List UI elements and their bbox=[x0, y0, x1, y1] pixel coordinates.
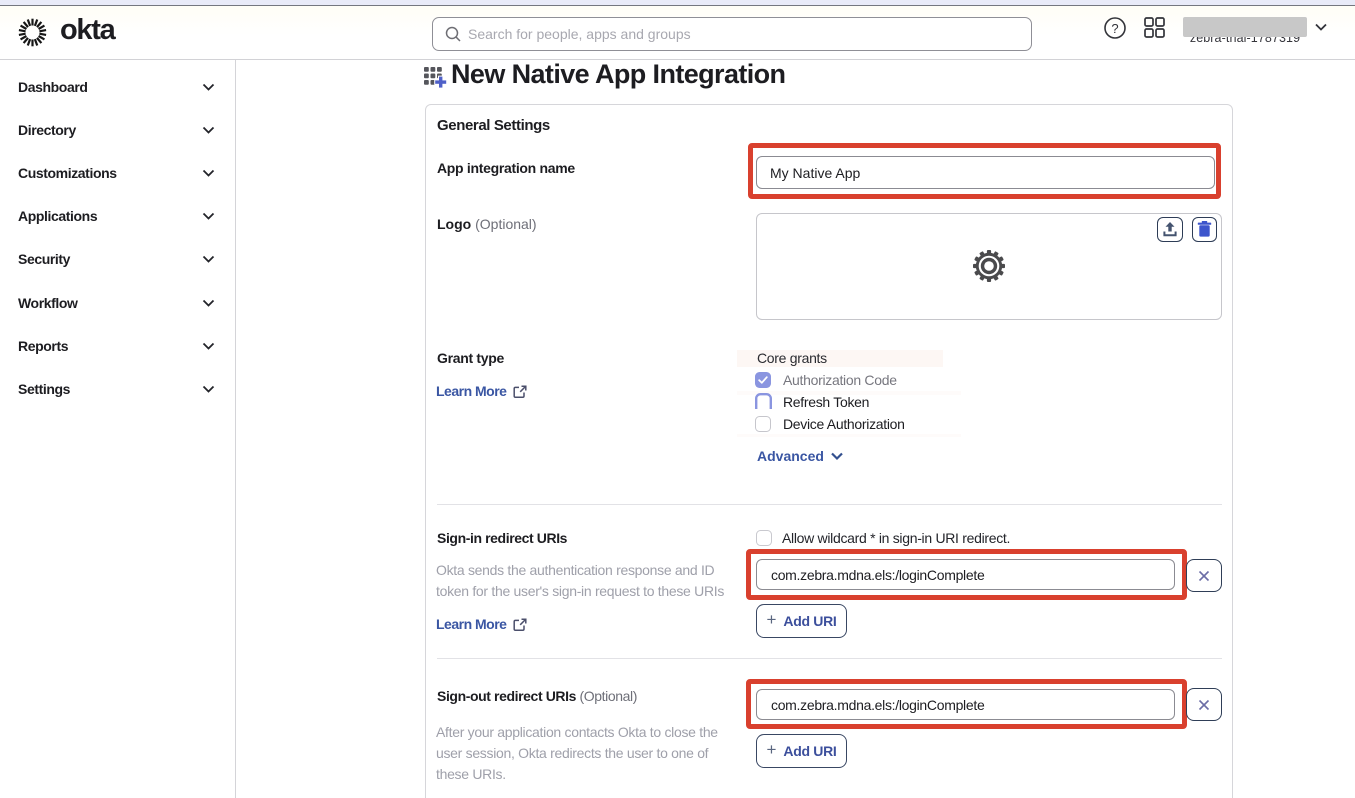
svg-text:?: ? bbox=[1111, 21, 1118, 36]
